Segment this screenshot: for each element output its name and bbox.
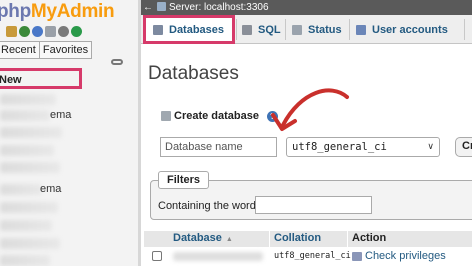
column-header-collation[interactable]: Collation: [274, 232, 321, 244]
database-icon: [153, 24, 163, 35]
documentation-icon[interactable]: [45, 26, 56, 37]
back-arrow-icon[interactable]: ←: [141, 0, 155, 15]
server-breadcrumb: ← Server: localhost:3306: [141, 0, 472, 15]
tree-item-fragment: ema: [50, 109, 72, 121]
status-icon: [292, 24, 302, 35]
tab-sql[interactable]: SQL: [242, 15, 281, 44]
server-label[interactable]: Server: localhost:3306: [169, 2, 269, 13]
reload-icon[interactable]: [71, 26, 82, 37]
create-database-icon: [161, 111, 171, 121]
navigation-panel: phpMyAdmin Recent Favorites New ema ema: [0, 0, 138, 266]
blurred-db-item[interactable]: [0, 127, 62, 138]
database-name-input[interactable]: [160, 137, 277, 157]
filters-legend: Filters: [158, 171, 210, 189]
tree-item-fragment: ema: [40, 183, 62, 195]
annotation-arrow: [271, 88, 349, 131]
nav-icon-bar: [6, 26, 82, 37]
tab-user-accounts[interactable]: User accounts: [356, 15, 448, 44]
help-icon[interactable]: [32, 26, 43, 37]
nav-tab-favorites[interactable]: Favorites: [38, 41, 93, 59]
row-collation: utf8_general_ci: [274, 251, 351, 261]
page-title: Databases: [148, 63, 239, 84]
main-panel: ← Server: localhost:3306 Databases SQL St…: [141, 0, 472, 266]
chevron-down-icon: ∨: [427, 142, 434, 152]
user-accounts-icon: [356, 24, 366, 35]
nav-tabs: Recent Favorites: [0, 41, 93, 59]
tab-separator: [464, 19, 465, 40]
blurred-db-item[interactable]: [0, 162, 60, 173]
blurred-db-item[interactable]: [0, 202, 58, 213]
tab-separator: [349, 19, 350, 40]
home-icon[interactable]: [6, 26, 17, 37]
row-checkbox[interactable]: [152, 251, 162, 261]
logout-icon[interactable]: [19, 26, 30, 37]
filter-word-input[interactable]: [255, 196, 372, 214]
gear-icon[interactable]: [58, 26, 69, 37]
link-icon[interactable]: [111, 59, 123, 65]
privileges-icon: [352, 251, 362, 261]
server-icon: [157, 2, 166, 11]
nav-tab-recent[interactable]: Recent: [0, 41, 40, 59]
top-tabs: Databases SQL Status User accounts: [141, 15, 472, 44]
create-button[interactable]: Create: [455, 137, 472, 157]
blurred-db-item[interactable]: [0, 220, 52, 231]
check-privileges-link[interactable]: Check privileges: [352, 250, 446, 262]
column-header-database[interactable]: Database ▲: [173, 232, 233, 244]
phpmyadmin-logo[interactable]: phpMyAdmin: [0, 1, 115, 23]
tab-separator: [285, 19, 286, 40]
collation-select[interactable]: utf8_general_ci ∨: [286, 137, 440, 157]
blurred-db-name[interactable]: [173, 252, 263, 261]
tab-separator: [236, 19, 237, 40]
blurred-db-item[interactable]: [0, 110, 50, 121]
containing-word-label: Containing the word:: [158, 200, 259, 212]
nav-item-new[interactable]: New: [0, 68, 82, 89]
blurred-db-item[interactable]: [0, 145, 54, 156]
sql-icon: [242, 24, 252, 35]
blurred-db-item[interactable]: [0, 255, 50, 266]
tab-status[interactable]: Status: [292, 15, 342, 44]
blurred-db-item[interactable]: [0, 238, 60, 249]
column-separator: [269, 231, 270, 266]
blurred-db-item[interactable]: [0, 94, 56, 105]
blurred-db-item[interactable]: [0, 184, 42, 195]
column-header-action: Action: [352, 232, 387, 244]
sort-ascending-icon: ▲: [225, 236, 233, 243]
tab-databases[interactable]: Databases: [143, 15, 236, 44]
